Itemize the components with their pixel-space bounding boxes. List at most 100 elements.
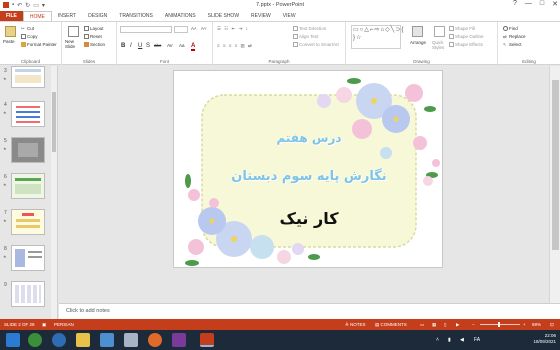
new-slide-button[interactable]: New Slide [65,39,83,49]
volume-icon[interactable]: ◀ [460,337,464,343]
grow-font-icon[interactable]: A˄ [191,26,197,31]
paste-icon[interactable] [5,26,16,37]
firefox-icon[interactable] [148,333,162,347]
help-button[interactable]: ? [513,0,517,8]
paste-button[interactable]: Paste [3,39,15,44]
arrange-button[interactable]: Arrange [410,40,426,45]
quick-styles-button[interactable]: Quick Styles [432,40,446,50]
edge-browser-icon[interactable] [52,333,66,347]
thumbnail-item[interactable]: 9 [0,280,57,310]
app-icon[interactable] [124,333,138,347]
canvas-scrollbar[interactable] [549,66,560,303]
network-icon[interactable]: ▮ [448,337,451,343]
bold-button[interactable]: B [121,43,125,49]
shrink-font-icon[interactable]: A˅ [201,26,207,31]
strikethrough-button[interactable]: abc [154,43,161,48]
normal-view-icon[interactable]: ▭ [420,322,424,328]
thumbnail-item[interactable]: 4 ★ [0,100,57,130]
format-painter-button[interactable]: Format Painter [21,42,57,48]
maximize-button[interactable]: □ [540,0,544,8]
align-text-button[interactable]: Align Text [293,34,318,40]
layout-button[interactable]: Layout [84,26,104,32]
align-icon[interactable]: ≡ ≡ ≡ ≡ ▥ ⇄ [217,43,253,49]
slide-sorter-icon[interactable]: ▦ [432,322,436,328]
copy-button[interactable]: Copy [21,34,38,40]
slide-thumbnail[interactable] [11,245,45,271]
close-button[interactable]: ✕ [552,0,558,8]
thumbnail-item[interactable]: 3 ★ [0,66,57,96]
replace-button[interactable]: ⇄ Replace [503,34,526,39]
slide-thumbnail[interactable] [11,281,45,307]
fit-to-window-icon[interactable]: ⊡ [550,322,554,328]
slide-subtitle-course[interactable]: نگارش پایه سوم دبستان [214,169,404,184]
minimize-button[interactable]: — [525,0,532,8]
slide-subtitle-lesson[interactable]: درس هفتم [214,131,404,145]
comments-toggle[interactable]: ▤ COMMENTS [375,322,407,328]
font-size-dropdown[interactable] [174,26,188,33]
thumbnail-scroll-thumb[interactable] [52,92,56,152]
reading-view-icon[interactable]: ▯ [444,322,446,328]
keyboard-lang[interactable]: FA [474,337,480,343]
thumbnail-scrollbar[interactable] [51,66,57,319]
section-button[interactable]: Section [84,42,105,48]
slide-thumbnail[interactable] [11,209,45,235]
app-icon[interactable] [172,333,186,347]
thumbnail-item[interactable]: 8 ★ [0,244,57,274]
text-direction-button[interactable]: Text Direction [293,26,326,32]
zoom-level[interactable]: 69% [532,322,541,327]
shape-outline-button[interactable]: Shape Outline [449,34,484,40]
zoom-out-button[interactable]: − [472,322,475,327]
slide-thumbnail[interactable] [11,137,45,163]
select-button[interactable]: ↖ Select [503,42,522,47]
bullets-icon[interactable]: ☰ ☷ ⇤ ⇥ ↕ [217,26,249,32]
slide-show-icon[interactable]: ▶ [456,322,459,328]
tab-transitions[interactable]: TRANSITIONS [113,11,159,21]
file-explorer-icon[interactable] [76,333,90,347]
slide-thumbnail[interactable] [11,173,45,199]
language-indicator[interactable]: PERSIAN [54,322,74,327]
quick-styles-icon[interactable] [434,26,445,37]
tray-arrow-icon[interactable]: ˄ [436,337,439,343]
clock[interactable]: 22:06 18/09/2021 [533,333,556,345]
tab-design[interactable]: DESIGN [82,11,113,21]
tab-slide-show[interactable]: SLIDE SHOW [202,11,245,21]
thumbnail-item[interactable]: 7 ★ [0,208,57,238]
underline-button[interactable]: U [138,43,142,49]
tab-file[interactable]: FILE [0,11,23,21]
media-player-icon[interactable] [28,333,42,347]
find-button[interactable]: Find [503,26,518,32]
char-spacing-button[interactable]: AV [167,43,173,48]
start-button-icon[interactable] [6,333,20,347]
shape-effects-button[interactable]: Shape Effects [449,42,483,48]
change-case-button[interactable]: Aa [179,43,185,48]
thumbnail-item[interactable]: 6 ★ [0,172,57,202]
notes-toggle[interactable]: ≜ NOTES [345,322,366,328]
zoom-slider-thumb[interactable] [498,322,500,327]
tab-review[interactable]: REVIEW [245,11,277,21]
notes-pane[interactable]: Click to add notes [59,303,560,319]
current-slide[interactable]: درس هفتم نگارش پایه سوم دبستان کار نیک [173,70,443,268]
arrange-icon[interactable] [412,26,423,37]
slide-thumbnail[interactable] [11,101,45,127]
zoom-in-button[interactable]: + [523,322,526,327]
shapes-gallery[interactable]: ▭○△⌐⇨⌂◇╲⊃{ }☆ [351,25,403,49]
slide-title[interactable]: کار نیک [214,209,404,228]
tab-animations[interactable]: ANIMATIONS [159,11,202,21]
shape-fill-button[interactable]: Shape Fill [449,26,475,32]
reset-button[interactable]: Reset [84,34,102,40]
canvas-scroll-thumb[interactable] [552,80,559,250]
notes-placeholder[interactable]: Click to add notes [66,308,110,314]
convert-smartart-button[interactable]: Convert to SmartArt [293,42,339,48]
cut-button[interactable]: ✂ Cut [21,26,34,31]
shadow-button[interactable]: S [146,43,150,49]
powerpoint-taskbar-icon[interactable] [200,333,214,347]
font-color-button[interactable]: A [191,43,196,51]
thumbnail-item[interactable]: 5 ★ [0,136,57,166]
tab-home[interactable]: HOME [22,11,52,21]
new-slide-icon[interactable] [68,26,79,37]
network-app-icon[interactable] [100,333,114,347]
italic-button[interactable]: I [130,43,132,49]
spell-check-icon[interactable]: ▣ [42,322,46,328]
font-name-dropdown[interactable] [120,26,172,33]
tab-view[interactable]: VIEW [277,11,302,21]
